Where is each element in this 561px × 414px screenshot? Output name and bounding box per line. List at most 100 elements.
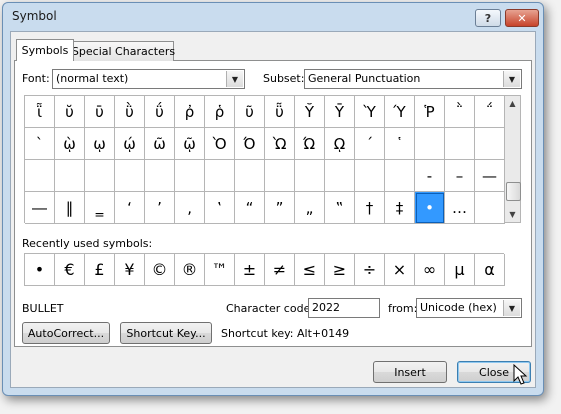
symbol-cell[interactable] xyxy=(355,160,385,192)
symbol-cell[interactable]: ’ xyxy=(145,192,175,224)
tab-symbols[interactable]: Symbols xyxy=(16,39,74,61)
tab-symbols-label: Symbols xyxy=(21,44,69,57)
chevron-down-icon[interactable]: ▼ xyxy=(503,71,520,87)
symbol-cell[interactable]: ΅ xyxy=(475,96,505,128)
recent-symbol-cell[interactable]: ÷ xyxy=(355,254,385,286)
symbol-cell[interactable]: – xyxy=(445,160,475,192)
symbol-cell[interactable]: ‐ xyxy=(415,160,445,192)
symbol-cell[interactable] xyxy=(475,192,505,224)
symbol-cell[interactable] xyxy=(445,128,475,160)
autocorrect-button[interactable]: AutoCorrect... xyxy=(22,322,110,344)
symbol-cell[interactable]: Ώ xyxy=(295,128,325,160)
symbol-cell[interactable] xyxy=(85,160,115,192)
symbol-cell[interactable]: ΰ xyxy=(145,96,175,128)
symbol-cell[interactable]: † xyxy=(355,192,385,224)
symbol-cell[interactable]: Ὼ xyxy=(265,128,295,160)
symbol-cell[interactable]: ‛ xyxy=(205,192,235,224)
symbol-cell[interactable]: ` xyxy=(25,128,55,160)
symbol-cell[interactable]: ῳ xyxy=(85,128,115,160)
symbol-cell[interactable]: — xyxy=(475,160,505,192)
recent-symbol-cell[interactable]: µ xyxy=(445,254,475,286)
symbol-cell[interactable]: ‗ xyxy=(85,192,115,224)
symbol-cell[interactable]: ‚ xyxy=(175,192,205,224)
symbol-cell[interactable]: Ὺ xyxy=(355,96,385,128)
scroll-up-icon[interactable]: ▲ xyxy=(505,96,520,111)
symbol-cell[interactable]: ‖ xyxy=(55,192,85,224)
recent-symbol-cell[interactable]: ¥ xyxy=(115,254,145,286)
symbol-cell[interactable]: ῼ xyxy=(325,128,355,160)
symbol-cell[interactable]: Ῥ xyxy=(415,96,445,128)
symbol-cell[interactable]: ” xyxy=(265,192,295,224)
symbol-cell[interactable]: „ xyxy=(295,192,325,224)
scroll-down-icon[interactable]: ▼ xyxy=(505,207,520,222)
symbol-cell[interactable]: ‘ xyxy=(115,192,145,224)
window-close-button[interactable]: ✕ xyxy=(505,9,539,27)
symbol-cell[interactable] xyxy=(115,160,145,192)
recent-symbol-cell[interactable]: × xyxy=(385,254,415,286)
recent-symbol-cell[interactable]: • xyxy=(25,254,55,286)
symbol-cell[interactable] xyxy=(55,160,85,192)
symbol-cell[interactable]: “ xyxy=(235,192,265,224)
insert-button[interactable]: Insert xyxy=(373,361,447,383)
symbol-cell[interactable]: ῷ xyxy=(175,128,205,160)
tab-special-characters[interactable]: Special Characters xyxy=(72,41,175,61)
symbol-cell[interactable]: … xyxy=(445,192,475,224)
symbol-cell[interactable]: Ῡ xyxy=(325,96,355,128)
recent-symbol-cell[interactable]: ® xyxy=(175,254,205,286)
character-code-field[interactable]: 2022 xyxy=(308,298,380,318)
recent-symbol-cell[interactable]: ∞ xyxy=(415,254,445,286)
symbol-cell[interactable]: Ὸ xyxy=(205,128,235,160)
recent-symbol-cell[interactable]: α xyxy=(475,254,505,286)
recent-symbol-cell[interactable]: © xyxy=(145,254,175,286)
symbol-cell[interactable] xyxy=(25,160,55,192)
from-select[interactable]: Unicode (hex) ▼ xyxy=(416,298,522,318)
symbol-cell[interactable] xyxy=(385,160,415,192)
symbol-cell[interactable]: ῴ xyxy=(115,128,145,160)
symbol-cell[interactable]: ῠ xyxy=(55,96,85,128)
symbol-cell[interactable] xyxy=(175,160,205,192)
symbol-cell[interactable]: ‟ xyxy=(325,192,355,224)
symbol-cell[interactable] xyxy=(295,160,325,192)
recent-symbol-cell[interactable]: ± xyxy=(235,254,265,286)
help-button[interactable]: ? xyxy=(475,9,501,27)
recent-symbol-cell[interactable]: ≥ xyxy=(325,254,355,286)
symbol-cell[interactable]: ῦ xyxy=(235,96,265,128)
symbol-cell[interactable]: ῢ xyxy=(115,96,145,128)
symbol-cell[interactable]: ― xyxy=(25,192,55,224)
symbol-cell[interactable]: ´ xyxy=(355,128,385,160)
symbol-cell[interactable] xyxy=(205,160,235,192)
chevron-down-icon[interactable]: ▼ xyxy=(226,71,243,87)
symbol-cell[interactable]: ῶ xyxy=(145,128,175,160)
symbol-cell[interactable]: Ῠ xyxy=(295,96,325,128)
symbol-cell[interactable] xyxy=(145,160,175,192)
scrollbar-thumb[interactable] xyxy=(506,182,521,201)
symbol-cell[interactable]: ῾ xyxy=(385,128,415,160)
recent-symbol-cell[interactable]: £ xyxy=(85,254,115,286)
subset-select[interactable]: General Punctuation ▼ xyxy=(304,69,522,89)
recent-symbol-cell[interactable]: ≠ xyxy=(265,254,295,286)
symbol-cell[interactable]: ῥ xyxy=(205,96,235,128)
symbol-cell[interactable]: ῗ xyxy=(25,96,55,128)
symbol-cell[interactable]: ῡ xyxy=(85,96,115,128)
symbol-cell[interactable]: ῤ xyxy=(175,96,205,128)
symbol-grid-scrollbar[interactable]: ▲ ▼ xyxy=(504,95,521,223)
recent-symbol-cell[interactable]: € xyxy=(55,254,85,286)
recent-symbol-cell[interactable]: ≤ xyxy=(295,254,325,286)
character-name: BULLET xyxy=(22,302,64,315)
symbol-cell[interactable] xyxy=(235,160,265,192)
symbol-cell[interactable] xyxy=(475,128,505,160)
symbol-cell[interactable] xyxy=(415,128,445,160)
symbol-cell-selected[interactable]: • xyxy=(415,192,445,224)
shortcut-key-button[interactable]: Shortcut Key... xyxy=(120,322,212,344)
symbol-cell[interactable]: ῧ xyxy=(265,96,295,128)
font-select[interactable]: (normal text) ▼ xyxy=(52,69,245,89)
recent-symbol-cell[interactable]: ™ xyxy=(205,254,235,286)
symbol-cell[interactable] xyxy=(265,160,295,192)
symbol-cell[interactable]: ῭ xyxy=(445,96,475,128)
symbol-cell[interactable]: Ύ xyxy=(385,96,415,128)
symbol-cell[interactable]: ‡ xyxy=(385,192,415,224)
symbol-cell[interactable]: Ό xyxy=(235,128,265,160)
symbol-cell[interactable] xyxy=(325,160,355,192)
chevron-down-icon[interactable]: ▼ xyxy=(503,300,520,316)
symbol-cell[interactable]: ῲ xyxy=(55,128,85,160)
